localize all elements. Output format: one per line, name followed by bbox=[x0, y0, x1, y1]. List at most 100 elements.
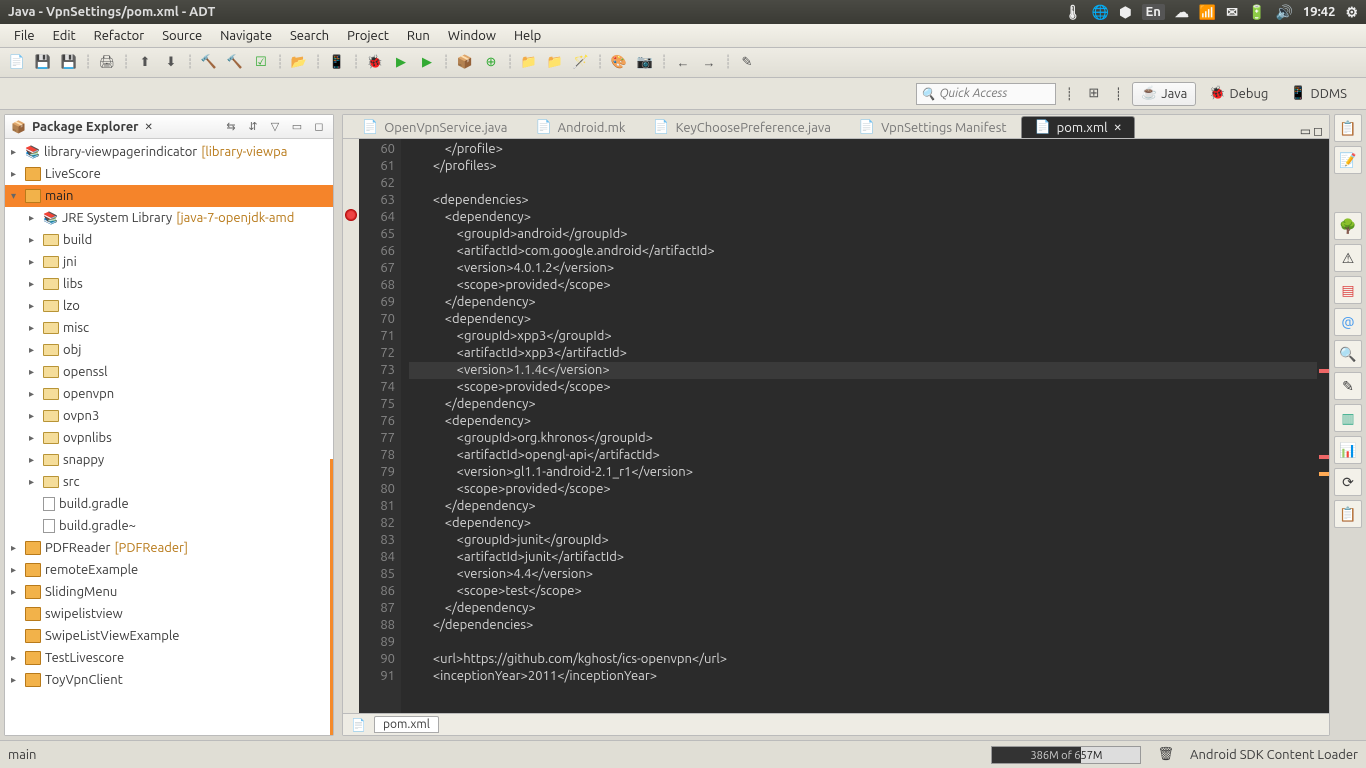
editor-tab-vpnsettings-manifest[interactable]: 📄VpnSettings Manifest bbox=[846, 116, 1020, 138]
run-button[interactable]: ▶ bbox=[390, 52, 412, 74]
tree-item-swipelistview[interactable]: swipelistview bbox=[5, 603, 333, 625]
tree-item-ovpn3[interactable]: ▸ovpn3 bbox=[5, 405, 333, 427]
editor-tab-keychoosepreference-java[interactable]: 📄KeyChoosePreference.java bbox=[640, 116, 844, 138]
tree-item-slidingmenu[interactable]: ▸SlidingMenu bbox=[5, 581, 333, 603]
bottom-tab-pom[interactable]: pom.xml bbox=[374, 716, 439, 733]
forward-button[interactable]: → bbox=[698, 52, 720, 74]
tree-item-main[interactable]: ▾main bbox=[5, 185, 333, 207]
menu-window[interactable]: Window bbox=[440, 27, 504, 45]
declaration-icon[interactable]: @ bbox=[1334, 308, 1362, 336]
build-all-button[interactable]: 🔨 bbox=[224, 52, 246, 74]
close-icon[interactable]: ✕ bbox=[145, 121, 153, 133]
search-icon[interactable]: 🔍 bbox=[1334, 340, 1362, 368]
perspective-debug[interactable]: 🐞Debug bbox=[1200, 82, 1277, 106]
menu-navigate[interactable]: Navigate bbox=[212, 27, 280, 45]
tree-item-jre-system-library[interactable]: ▸📚JRE System Library [java-7-openjdk-amd bbox=[5, 207, 333, 229]
pencil-button[interactable]: ✎ bbox=[736, 52, 758, 74]
problems-icon[interactable]: ⚠ bbox=[1334, 244, 1362, 272]
tree-item-misc[interactable]: ▸misc bbox=[5, 317, 333, 339]
save-button[interactable]: 💾 bbox=[32, 52, 54, 74]
logcat-icon[interactable]: ▥ bbox=[1334, 404, 1362, 432]
new-project-button[interactable]: 📦 bbox=[454, 52, 476, 74]
editor-tab-openvpnservice-java[interactable]: 📄OpenVpnService.java bbox=[349, 116, 520, 138]
open-type-button[interactable]: 📂 bbox=[288, 52, 310, 74]
perspective-java[interactable]: ☕Java bbox=[1132, 82, 1196, 106]
minimize-icon[interactable]: ▭ bbox=[289, 119, 305, 135]
tree-item-library-viewpagerindicator[interactable]: ▸📚library-viewpagerindicator [library-vi… bbox=[5, 141, 333, 163]
save-all-button[interactable]: 💾 bbox=[58, 52, 80, 74]
tree-item-lzo[interactable]: ▸lzo bbox=[5, 295, 333, 317]
synchronize-icon[interactable]: ⟳ bbox=[1334, 468, 1362, 496]
project-tree[interactable]: ▸📚library-viewpagerindicator [library-vi… bbox=[5, 139, 333, 735]
tree-item-openvpn[interactable]: ▸openvpn bbox=[5, 383, 333, 405]
tree-item-build[interactable]: ▸build bbox=[5, 229, 333, 251]
debug-button[interactable]: 🐞 bbox=[364, 52, 386, 74]
menu-edit[interactable]: Edit bbox=[45, 27, 84, 45]
open-folder2-button[interactable]: 📁 bbox=[544, 52, 566, 74]
view-menu-icon[interactable]: ▽ bbox=[267, 119, 283, 135]
hierarchy-icon[interactable]: 🌳 bbox=[1334, 212, 1362, 240]
sdk-button[interactable]: 📱 bbox=[326, 52, 348, 74]
open-folder-button[interactable]: 📁 bbox=[518, 52, 540, 74]
tree-item-testlivescore[interactable]: ▸TestLivescore bbox=[5, 647, 333, 669]
maximize-icon[interactable]: ◻ bbox=[311, 119, 327, 135]
tree-item-openssl[interactable]: ▸openssl bbox=[5, 361, 333, 383]
quick-access-input[interactable]: 🔍 Quick Access bbox=[916, 83, 1056, 105]
tree-item-pdfreader[interactable]: ▸PDFReader [PDFReader] bbox=[5, 537, 333, 559]
tree-item-snappy[interactable]: ▸snappy bbox=[5, 449, 333, 471]
tree-item-toyvpnclient[interactable]: ▸ToyVpnClient bbox=[5, 669, 333, 691]
tree-item-swipelistviewexample[interactable]: SwipeListViewExample bbox=[5, 625, 333, 647]
perspective-ddms[interactable]: 📱DDMS bbox=[1281, 82, 1356, 106]
menu-project[interactable]: Project bbox=[339, 27, 397, 45]
console-icon[interactable]: ✎ bbox=[1334, 372, 1362, 400]
menu-refactor[interactable]: Refactor bbox=[86, 27, 153, 45]
close-icon[interactable]: ✕ bbox=[1113, 122, 1121, 134]
export-button[interactable]: ⬇ bbox=[160, 52, 182, 74]
trash-icon[interactable]: 🗑 bbox=[1157, 747, 1174, 762]
import-button[interactable]: ⬆ bbox=[134, 52, 156, 74]
new-button[interactable]: 📄 bbox=[6, 52, 28, 74]
check-button[interactable]: ☑ bbox=[250, 52, 272, 74]
new-package-button[interactable]: ⊕ bbox=[480, 52, 502, 74]
menu-search[interactable]: Search bbox=[282, 27, 337, 45]
tree-item-jni[interactable]: ▸jni bbox=[5, 251, 333, 273]
editor-tab-android-mk[interactable]: 📄Android.mk bbox=[522, 116, 638, 138]
wand-button[interactable]: 🪄 bbox=[570, 52, 592, 74]
menu-file[interactable]: File bbox=[6, 27, 43, 45]
tree-item-obj[interactable]: ▸obj bbox=[5, 339, 333, 361]
heap-status[interactable]: 386M of 657M bbox=[991, 746, 1141, 764]
tree-item-build-gradle[interactable]: build.gradle bbox=[5, 493, 333, 515]
code-editor[interactable]: 6061626364656667686970717273747576777879… bbox=[343, 139, 1329, 713]
menu-run[interactable]: Run bbox=[399, 27, 438, 45]
keyboard-indicator[interactable]: En bbox=[1142, 4, 1165, 20]
menu-help[interactable]: Help bbox=[506, 27, 549, 45]
tree-item-ovpnlibs[interactable]: ▸ovpnlibs bbox=[5, 427, 333, 449]
tree-item-src[interactable]: ▸src bbox=[5, 471, 333, 493]
minimize-editor-icon[interactable]: ▭ bbox=[1300, 124, 1311, 138]
overview-ruler[interactable] bbox=[1317, 139, 1329, 713]
open-perspective-button[interactable]: ⊞ bbox=[1083, 83, 1105, 105]
outline-stack-icon[interactable]: 📋 bbox=[1334, 114, 1362, 142]
clock[interactable]: 19:42 bbox=[1303, 5, 1336, 19]
error-marker[interactable] bbox=[345, 209, 357, 221]
progress-icon[interactable]: 📊 bbox=[1334, 436, 1362, 464]
collapse-all-icon[interactable]: ⇆ bbox=[223, 119, 239, 135]
editor-tab-pom-xml[interactable]: 📄pom.xml✕ bbox=[1021, 116, 1134, 138]
javadoc-icon[interactable]: ▤ bbox=[1334, 276, 1362, 304]
debug-stack-icon[interactable]: 📋 bbox=[1334, 500, 1362, 528]
maximize-editor-icon[interactable]: ◻ bbox=[1313, 124, 1323, 138]
menu-source[interactable]: Source bbox=[154, 27, 210, 45]
tree-item-remoteexample[interactable]: ▸remoteExample bbox=[5, 559, 333, 581]
gear-icon[interactable]: ⚙ bbox=[1345, 4, 1358, 21]
camera-button[interactable]: 📷 bbox=[634, 52, 656, 74]
tree-item-livescore[interactable]: ▸LiveScore bbox=[5, 163, 333, 185]
build-button[interactable]: 🔨 bbox=[198, 52, 220, 74]
print-button[interactable]: 🖨 bbox=[96, 52, 118, 74]
paint-button[interactable]: 🎨 bbox=[608, 52, 630, 74]
run-last-button[interactable]: ▶ bbox=[416, 52, 438, 74]
tree-item-libs[interactable]: ▸libs bbox=[5, 273, 333, 295]
link-editor-icon[interactable]: ⇵ bbox=[245, 119, 261, 135]
tree-item-build-gradle-[interactable]: build.gradle~ bbox=[5, 515, 333, 537]
task-stack-icon[interactable]: 📝 bbox=[1334, 146, 1362, 174]
back-button[interactable]: ← bbox=[672, 52, 694, 74]
